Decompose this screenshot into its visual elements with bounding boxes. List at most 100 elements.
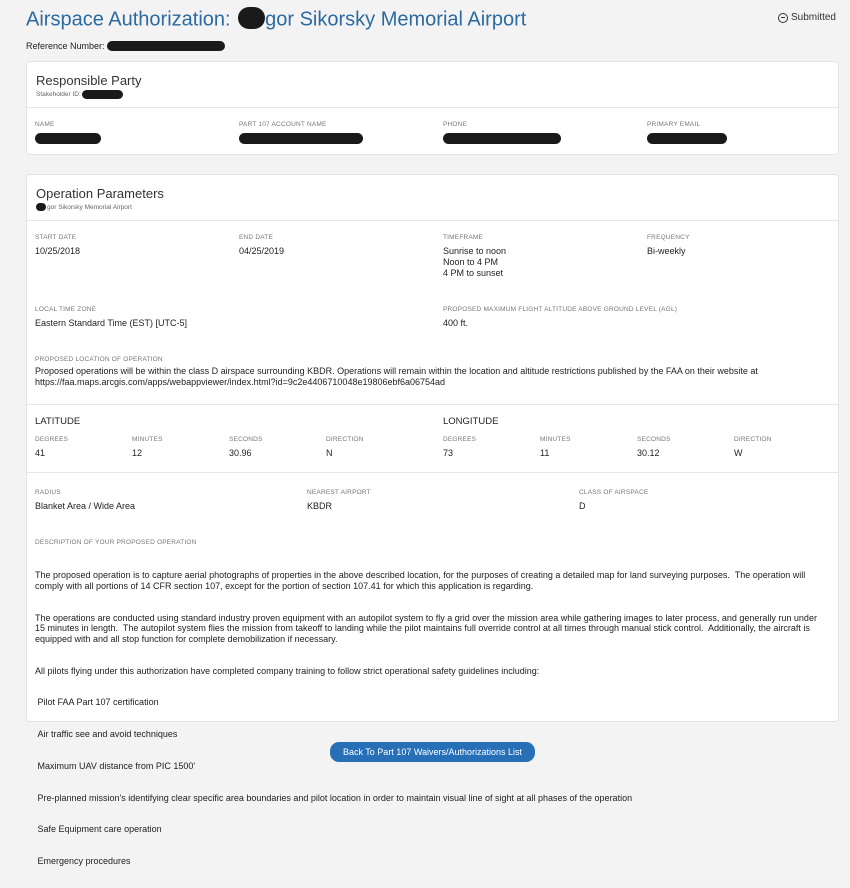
lat-degrees-label: DEGREES [35,436,69,443]
altitude-label: PROPOSED MAXIMUM FLIGHT ALTITUDE ABOVE G… [443,306,678,313]
lon-degrees-value: 73 [443,448,454,458]
description-list-item: Pilot FAA Part 107 certification [35,697,159,708]
lat-direction-value: N [326,448,333,458]
description-list-item: Pre-planned mission's identifying clear … [35,792,633,803]
lon-direction-field: DIRECTION W [734,436,772,459]
altitude-value: 400 ft. [443,318,469,328]
description-body: The proposed operation is to capture aer… [35,549,828,888]
description-list-item: Maximum UAV distance from PIC 1500' [35,760,196,771]
lon-direction-value: W [734,448,743,458]
time-zone-value: Eastern Standard Time (EST) [UTC-5] [35,318,188,328]
nearest-airport-value: KBDR [307,501,333,511]
reference-label: Reference Number: [26,41,105,51]
nearest-airport-label: NEAREST AIRPORT [307,489,371,496]
lon-seconds-field: SECONDS 30.12 [637,436,671,459]
radius-field: RADIUS Blanket Area / Wide Area [35,489,135,512]
description-list-item: Air traffic see and avoid techniques [35,729,178,740]
lon-minutes-value: 11 [540,448,550,458]
lon-minutes-label: MINUTES [540,436,571,443]
location-field: PROPOSED LOCATION OF OPERATION Proposed … [35,356,828,388]
lat-degrees-value: 41 [35,448,46,458]
radius-divider [27,472,838,473]
description-label: DESCRIPTION OF YOUR PROPOSED OPERATION [35,539,197,546]
rp-name-label: NAME [35,121,55,128]
redacted-phone [443,132,561,144]
lat-minutes-label: MINUTES [132,436,163,443]
frequency-label: FREQUENCY [647,234,690,241]
start-date-label: START DATE [35,234,77,241]
title-prefix: Airspace Authorization: [26,8,237,31]
airspace-class-value: D [579,501,586,511]
rp-account-label: PART 107 ACCOUNT NAME [239,121,327,128]
airspace-class-label: CLASS OF AIRSPACE [579,489,649,496]
start-date-field: START DATE 10/25/2018 [35,234,80,257]
redacted-reference [106,41,225,51]
altitude-field: PROPOSED MAXIMUM FLIGHT ALTITUDE ABOVE G… [443,306,677,329]
rp-name-field: NAME [35,121,101,146]
responsible-party-header: Responsible Party Stakeholder ID: [27,62,838,108]
rp-account-field: PART 107 ACCOUNT NAME [239,121,363,146]
lon-seconds-value: 30.12 [637,448,660,458]
lat-direction-field: DIRECTION N [326,436,364,459]
timeframe-item: Noon to 4 PM [443,257,499,267]
rp-phone-label: PHONE [443,121,468,128]
operation-airport: gor Sikorsky Memorial Airport [36,203,829,211]
rp-email-field: PRIMARY EMAIL [647,121,727,146]
lon-degrees-label: DEGREES [443,436,477,443]
reference-number: Reference Number: [26,41,225,51]
title-suffix: gor Sikorsky Memorial Airport [265,8,527,31]
time-zone-field: LOCAL TIME ZONE Eastern Standard Time (E… [35,306,187,329]
operation-airport-name: gor Sikorsky Memorial Airport [47,203,132,211]
lat-seconds-field: SECONDS 30.96 [229,436,263,459]
stakeholder-label: Stakeholder ID: [36,91,81,98]
responsible-party-title: Responsible Party [36,73,142,88]
timeframe-field: TIMEFRAME Sunrise to noon Noon to 4 PM 4… [443,234,506,279]
longitude-title: LONGITUDE [443,416,499,427]
description-paragraph: The operations are conducted using stand… [35,612,820,644]
operation-title: Operation Parameters [36,186,164,201]
lat-degrees-field: DEGREES 41 [35,436,68,459]
description-paragraph: All pilots flying under this authorizati… [35,665,540,676]
redacted-airport-prefix [36,203,46,211]
lat-minutes-value: 12 [132,448,143,458]
timeframe-values: Sunrise to noon Noon to 4 PM 4 PM to sun… [443,246,506,279]
location-label: PROPOSED LOCATION OF OPERATION [35,356,163,363]
description-paragraph: The proposed operation is to capture aer… [35,570,808,591]
frequency-field: FREQUENCY Bi-weekly [647,234,690,257]
coordinates-divider [27,404,838,405]
back-to-list-button[interactable]: Back To Part 107 Waivers/Authorizations … [330,742,535,762]
minus-circle-icon [777,12,788,23]
end-date-field: END DATE 04/25/2019 [239,234,284,257]
lon-direction-label: DIRECTION [734,436,772,443]
frequency-value: Bi-weekly [647,246,686,256]
redacted-email [647,132,727,144]
status-badge: Submitted [777,12,836,23]
lon-minutes-field: MINUTES 11 [540,436,571,459]
description-list-item: Emergency procedures [35,856,131,867]
description-field: DESCRIPTION OF YOUR PROPOSED OPERATION T… [35,539,828,888]
timeframe-item: Sunrise to noon [443,246,507,256]
lon-seconds-label: SECONDS [637,436,671,443]
lat-seconds-value: 30.96 [229,448,252,458]
lat-seconds-label: SECONDS [229,436,263,443]
redacted-stakeholder-id [81,90,123,99]
redacted-account [239,132,363,144]
start-date-value: 10/25/2018 [35,246,81,256]
latitude-title: LATITUDE [35,416,81,427]
responsible-party-card: Responsible Party Stakeholder ID: NAME P… [26,61,839,155]
lat-minutes-field: MINUTES 12 [132,436,163,459]
description-list-item: Safe Equipment care operation [35,824,162,835]
lon-degrees-field: DEGREES 73 [443,436,476,459]
radius-value: Blanket Area / Wide Area [35,501,136,511]
redacted-title-segment [238,7,266,29]
timeframe-item: 4 PM to sunset [443,268,504,278]
redacted-name [35,132,101,144]
lat-direction-label: DIRECTION [326,436,364,443]
operation-header: Operation Parameters gor Sikorsky Memori… [27,175,838,221]
rp-email-label: PRIMARY EMAIL [647,121,701,128]
timeframe-label: TIMEFRAME [443,234,484,241]
status-label: Submitted [790,12,836,23]
end-date-label: END DATE [239,234,273,241]
airspace-class-field: CLASS OF AIRSPACE D [579,489,648,512]
operation-parameters-card: Operation Parameters gor Sikorsky Memori… [26,174,839,866]
